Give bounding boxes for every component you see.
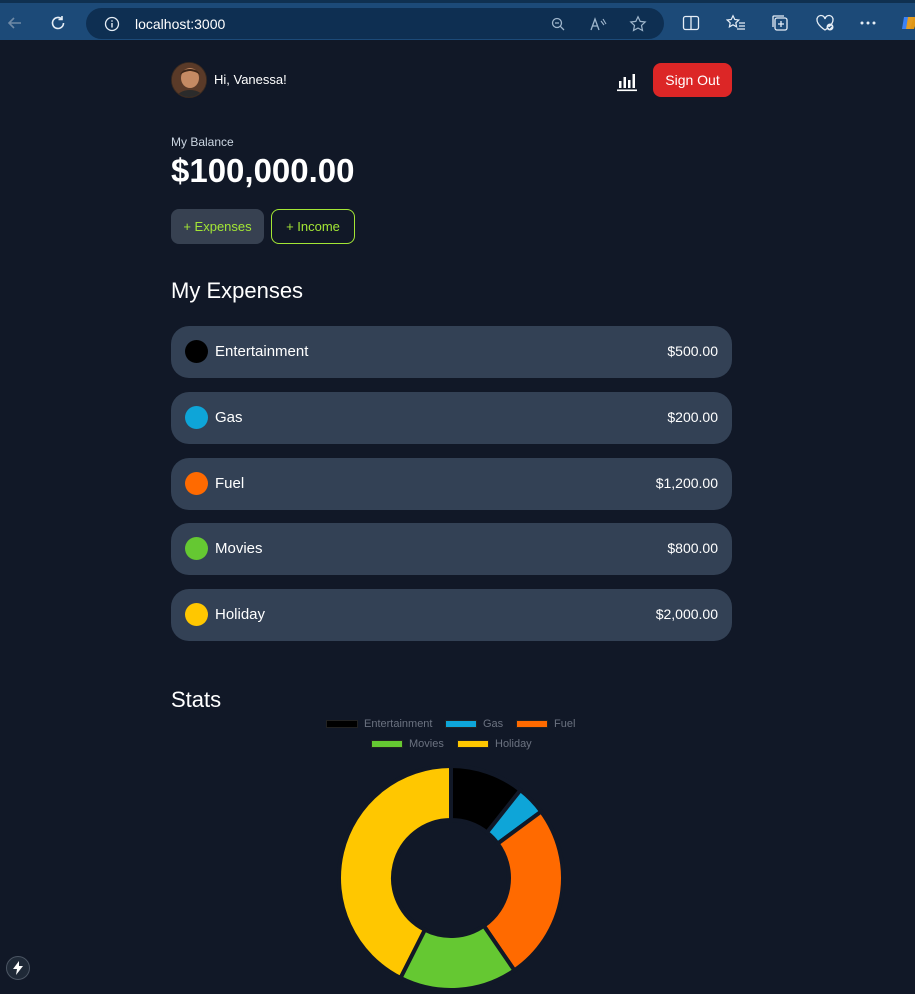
site-info-icon[interactable]: [102, 14, 122, 34]
favorites-icon[interactable]: [725, 12, 747, 34]
legend-swatch: [371, 740, 403, 749]
expense-amount: $800.00: [667, 540, 718, 556]
expense-amount: $2,000.00: [655, 606, 718, 622]
legend-swatch: [326, 720, 358, 729]
sign-out-button[interactable]: Sign Out: [653, 63, 732, 97]
category-color-dot: [185, 472, 208, 495]
category-color-dot: [185, 340, 208, 363]
balance-amount: $100,000.00: [171, 152, 355, 189]
expense-name: Holiday: [215, 606, 266, 623]
dev-tools-bolt-icon[interactable]: [6, 956, 30, 980]
category-color-dot: [185, 537, 208, 560]
more-options-icon[interactable]: [857, 12, 879, 34]
expense-name: Entertainment: [215, 343, 309, 360]
address-bar[interactable]: localhost:3000: [86, 8, 664, 39]
browser-essentials-icon[interactable]: [814, 12, 836, 34]
legend-swatch: [516, 720, 548, 729]
category-color-dot: [185, 406, 208, 429]
category-color-dot: [185, 603, 208, 626]
favorite-star-icon[interactable]: [628, 14, 648, 34]
legend-item-entertainment[interactable]: Entertainment: [326, 718, 432, 730]
zoom-icon[interactable]: [548, 14, 568, 34]
expenses-donut-chart[interactable]: [335, 762, 567, 994]
copilot-icon[interactable]: [899, 12, 915, 34]
expense-name: Gas: [215, 409, 243, 426]
back-icon[interactable]: [3, 11, 27, 35]
expense-row-fuel[interactable]: Fuel $1,200.00: [171, 458, 732, 510]
legend-label: Holiday: [495, 738, 532, 750]
legend-item-fuel[interactable]: Fuel: [516, 718, 575, 730]
legend-item-movies[interactable]: Movies: [371, 738, 444, 750]
legend-label: Fuel: [554, 718, 576, 730]
legend-label: Gas: [483, 718, 504, 730]
refresh-icon[interactable]: [46, 11, 70, 35]
expenses-title: My Expenses: [171, 278, 304, 303]
legend-label: Entertainment: [364, 718, 433, 730]
stats-title: Stats: [171, 687, 222, 712]
url-text: localhost:3000: [135, 16, 226, 32]
expense-amount: $200.00: [667, 409, 718, 425]
avatar[interactable]: [171, 62, 207, 98]
legend-item-holiday[interactable]: Holiday: [457, 738, 532, 750]
collections-icon[interactable]: [769, 12, 791, 34]
expense-row-holiday[interactable]: Holiday $2,000.00: [171, 589, 732, 641]
expense-row-gas[interactable]: Gas $200.00: [171, 392, 732, 444]
legend-swatch: [457, 740, 489, 749]
legend-swatch: [445, 720, 477, 729]
stats-chart-icon[interactable]: [615, 69, 639, 93]
read-aloud-icon[interactable]: [588, 14, 608, 34]
expense-amount: $500.00: [667, 343, 718, 359]
expense-amount: $1,200.00: [655, 475, 718, 491]
expense-row-entertainment[interactable]: Entertainment $500.00: [171, 326, 732, 378]
balance-label: My Balance: [171, 135, 234, 149]
expense-name: Movies: [215, 540, 263, 557]
expense-name: Fuel: [215, 475, 245, 492]
browser-toolbar: localhost:3000: [0, 0, 915, 40]
legend-label: Movies: [409, 738, 444, 750]
add-income-button[interactable]: + Income: [271, 209, 355, 244]
expense-row-movies[interactable]: Movies $800.00: [171, 523, 732, 575]
greeting-text: Hi, Vanessa!: [214, 72, 287, 87]
add-expenses-button[interactable]: + Expenses: [171, 209, 264, 244]
split-screen-icon[interactable]: [680, 12, 702, 34]
legend-item-gas[interactable]: Gas: [445, 718, 503, 730]
